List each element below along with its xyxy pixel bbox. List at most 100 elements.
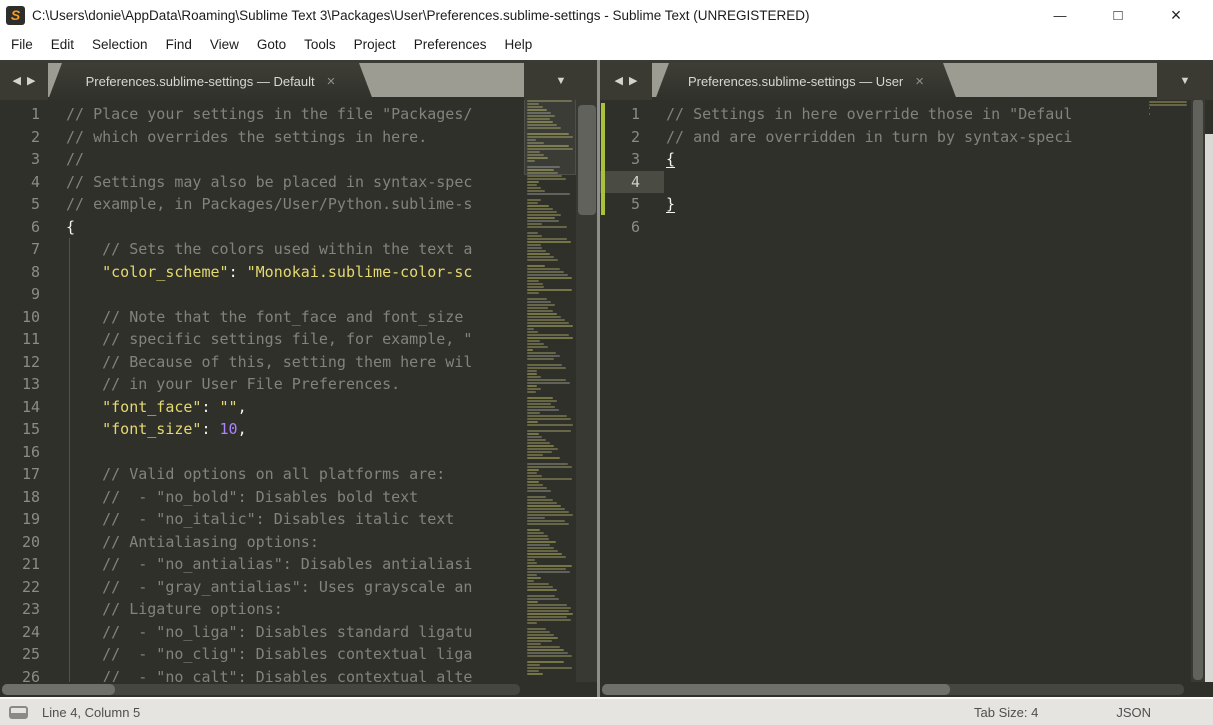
line-number: 26 <box>21 667 40 683</box>
line-number: 2 <box>30 127 40 146</box>
line-number: 21 <box>21 555 40 573</box>
line-number: 5 <box>30 195 40 213</box>
vertical-scrollbar-thumb[interactable] <box>578 105 596 215</box>
line-number: 3 <box>630 150 640 168</box>
gutter-user: 1 2 3 4 5 6 <box>600 103 648 238</box>
window-edge-strip <box>1205 134 1213 682</box>
horizontal-scrollbar-user[interactable] <box>602 684 1184 695</box>
code-line: // Sets the colors used within the text … <box>102 240 473 258</box>
code-lines-default: // Place your settings in the file "Pack… <box>66 103 524 682</box>
line-number: 12 <box>21 352 40 371</box>
horizontal-scrollbar-zone <box>0 682 598 697</box>
line-number: 4 <box>630 172 640 191</box>
minimize-button[interactable]: — <box>1031 0 1089 30</box>
menu-file[interactable]: File <box>2 30 42 60</box>
line-number: 13 <box>21 375 40 393</box>
code-line: // Settings may also be placed in syntax… <box>66 172 473 191</box>
line-number: 22 <box>21 577 40 596</box>
menu-help[interactable]: Help <box>496 30 542 60</box>
status-bar: Line 4, Column 5 Tab Size: 4 JSON <box>0 697 1213 725</box>
line-number: 9 <box>30 285 40 303</box>
code-line: // Because of this, setting them here wi… <box>102 352 473 371</box>
tab-dropdown-corner: ▼ <box>524 63 598 100</box>
minimap-user[interactable] <box>1146 97 1191 682</box>
menu-view[interactable]: View <box>201 30 248 60</box>
code-line: // - "no_calt": Disables contextual alte <box>102 667 473 683</box>
line-number: 24 <box>21 622 40 641</box>
code-line: // example, in Packages/User/Python.subl… <box>66 195 473 213</box>
menu-goto[interactable]: Goto <box>248 30 295 60</box>
tab-scroll-right-icon[interactable]: ▶ <box>629 76 637 87</box>
menu-selection[interactable]: Selection <box>83 30 157 60</box>
pane-default: 1 2 3 4 5 6 7 8 9 10 11 12 13 14 15 16 17 18 19 20 21 22 23 24 2… <box>0 60 598 697</box>
line-number: 7 <box>30 240 40 258</box>
horizontal-scrollbar-default[interactable] <box>2 684 520 695</box>
title-bar: S C:\Users\donie\AppData\Roaming\Sublime… <box>0 0 1213 30</box>
code-line: // - "no_italic": Disables italic text <box>102 510 455 528</box>
line-number: 25 <box>21 645 40 663</box>
menu-find[interactable]: Find <box>157 30 201 60</box>
line-number: 15 <box>21 420 40 438</box>
code-line: // in your User File Preferences. <box>102 375 401 393</box>
tab-close-icon[interactable]: × <box>915 74 924 89</box>
menu-project[interactable]: Project <box>345 30 405 60</box>
close-button[interactable]: × <box>1147 0 1205 30</box>
minimap-default[interactable] <box>524 97 576 682</box>
vertical-scrollbar-user[interactable] <box>1191 97 1205 682</box>
tab-close-icon[interactable]: × <box>327 74 336 89</box>
workspace: 1 2 3 4 5 6 7 8 9 10 11 12 13 14 15 16 17 18 19 20 21 22 23 24 2… <box>0 60 1213 697</box>
line-number: 2 <box>630 127 640 146</box>
code-area-default[interactable]: 1 2 3 4 5 6 7 8 9 10 11 12 13 14 15 16 17 18 19 20 21 22 23 24 2… <box>0 97 524 682</box>
code-line: // Settings in here override those in "D… <box>666 105 1073 123</box>
line-number: 17 <box>21 465 40 483</box>
code-line: } <box>666 195 676 213</box>
line-number: 10 <box>21 307 40 326</box>
panel-toggle-icon[interactable] <box>9 705 28 719</box>
horizontal-scrollbar-zone <box>600 682 1213 697</box>
line-number: 6 <box>30 217 40 236</box>
line-number: 16 <box>21 442 40 461</box>
menu-edit[interactable]: Edit <box>42 30 83 60</box>
minimap-viewport[interactable] <box>524 97 576 175</box>
window-controls: — □ × <box>1031 0 1205 30</box>
tab-preferences-default[interactable]: Preferences.sublime-settings — Default × <box>48 63 373 100</box>
tab-list-dropdown-icon[interactable]: ▼ <box>556 76 567 87</box>
vertical-scrollbar-thumb[interactable] <box>1193 99 1203 680</box>
tab-scroll-left-icon[interactable]: ◀ <box>615 76 623 87</box>
tab-scroll-corner: ◀ ▶ <box>600 63 652 100</box>
editor-user[interactable]: 1 2 3 4 5 6 // Settings in here override thos… <box>600 97 1213 682</box>
line-number: 19 <box>21 510 40 528</box>
vertical-scrollbar-default[interactable] <box>576 97 598 682</box>
code-line: // - "no_antialias": Disables antialiasi <box>102 555 473 573</box>
code-line: // <box>66 150 85 168</box>
line-number: 18 <box>21 487 40 506</box>
horizontal-scrollbar-thumb[interactable] <box>2 684 115 695</box>
syntax-indicator[interactable]: JSON <box>1116 705 1151 720</box>
maximize-button[interactable]: □ <box>1089 0 1147 30</box>
code-line: // Ligature options: <box>102 600 283 618</box>
tab-size-indicator[interactable]: Tab Size: 4 <box>974 705 1038 720</box>
code-line: // specific settings file, for example, … <box>102 330 473 348</box>
tab-preferences-user[interactable]: Preferences.sublime-settings — User × <box>655 63 957 100</box>
line-number: 8 <box>30 262 40 281</box>
tab-scroll-left-icon[interactable]: ◀ <box>13 76 21 87</box>
tab-scroll-right-icon[interactable]: ▶ <box>27 76 35 87</box>
sublime-text-window: S C:\Users\donie\AppData\Roaming\Sublime… <box>0 0 1213 725</box>
line-number: 14 <box>21 397 40 416</box>
tab-list-dropdown-icon[interactable]: ▼ <box>1180 76 1191 87</box>
code-line: { <box>66 217 76 236</box>
code-area-user[interactable]: 1 2 3 4 5 6 // Settings in here override thos… <box>600 97 1146 682</box>
line-number: 3 <box>30 150 40 168</box>
tab-dropdown-corner: ▼ <box>1157 63 1213 100</box>
line-number: 6 <box>630 217 640 236</box>
horizontal-scrollbar-thumb[interactable] <box>602 684 950 695</box>
editor-default[interactable]: 1 2 3 4 5 6 7 8 9 10 11 12 13 14 15 16 17 18 19 20 21 22 23 24 2… <box>0 97 598 682</box>
menu-tools[interactable]: Tools <box>295 30 345 60</box>
code-line: "color_scheme": "Monokai.sublime-color-s… <box>102 262 473 281</box>
code-line: // - "no_liga": Disables standard ligatu <box>102 622 473 641</box>
menu-preferences[interactable]: Preferences <box>405 30 496 60</box>
line-number: 20 <box>21 532 40 551</box>
tab-scroll-corner: ◀ ▶ <box>0 63 48 100</box>
window-title: C:\Users\donie\AppData\Roaming\Sublime T… <box>32 7 810 23</box>
line-number: 23 <box>21 600 40 618</box>
